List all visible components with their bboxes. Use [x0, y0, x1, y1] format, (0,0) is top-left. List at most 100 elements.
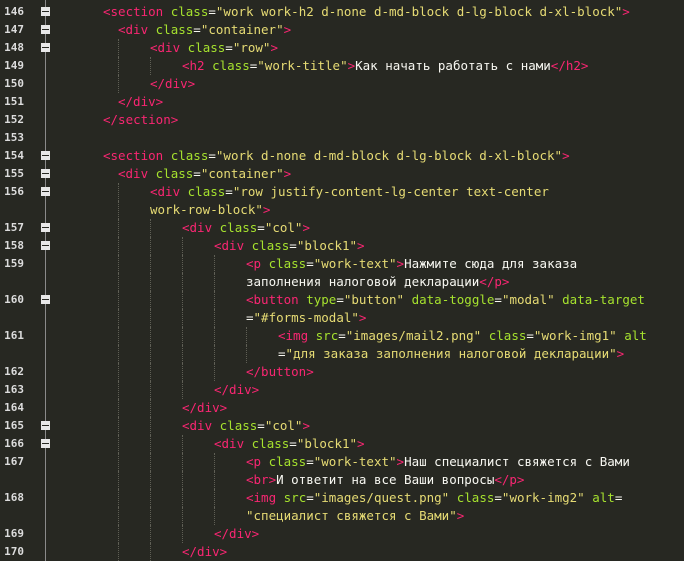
code-token: "button": [343, 292, 405, 307]
code-line[interactable]: work-row-block">: [0, 201, 684, 219]
code-line[interactable]: заполнения налоговой декларации</p>: [0, 273, 684, 291]
code-token: >: [357, 436, 365, 451]
code-text: <button type="button" data-toggle="modal…: [246, 291, 645, 309]
fold-collapse-icon[interactable]: [41, 223, 50, 232]
code-token: >: [396, 454, 405, 469]
line-number: 153: [4, 131, 24, 144]
code-line[interactable]: 168 <img src="images/quest.png" class="wo…: [0, 489, 684, 507]
code-token: >: [302, 418, 310, 433]
code-token: <div: [214, 436, 252, 451]
code-line[interactable]: ="для заказа заполнения налоговой деклар…: [0, 345, 684, 363]
code-text: <section class="work work-h2 d-none d-md…: [103, 3, 630, 21]
fold-collapse-icon[interactable]: [41, 43, 50, 52]
indent-guide: [214, 363, 215, 381]
fold-collapse-icon[interactable]: [41, 169, 50, 178]
code-line[interactable]: 167 <p class="work-text">Наш специалист с…: [0, 453, 684, 471]
code-line[interactable]: 165 <div class="col">: [0, 417, 684, 435]
code-line[interactable]: 153: [0, 129, 684, 147]
code-token: >: [396, 256, 405, 271]
code-token: =: [225, 184, 233, 199]
code-line[interactable]: 164 </div>: [0, 399, 684, 417]
code-token: "work-text": [313, 256, 397, 271]
code-token: >: [616, 346, 625, 361]
code-text: </div>: [214, 381, 259, 399]
code-token: <img: [278, 328, 316, 343]
code-token: work-row-block": [150, 202, 263, 217]
line-number: 148: [4, 41, 24, 54]
indent-guide: [118, 417, 119, 435]
code-text: </div>: [182, 543, 227, 561]
code-token: =: [289, 436, 297, 451]
fold-collapse-icon[interactable]: [41, 151, 50, 160]
code-token: <div: [150, 184, 188, 199]
code-token: </div>: [182, 544, 228, 559]
line-number: 168: [4, 491, 24, 504]
fold-collapse-icon[interactable]: [41, 7, 50, 16]
code-line[interactable]: "специалист свяжется с Вами">: [0, 507, 684, 525]
code-token: =: [306, 490, 314, 505]
fold-collapse-icon[interactable]: [41, 25, 50, 34]
code-line[interactable]: 150 </div>: [0, 75, 684, 93]
indent-guide: [118, 453, 119, 471]
fold-collapse-icon[interactable]: [41, 421, 50, 430]
code-token: </p>: [494, 472, 525, 487]
code-text: ="для заказа заполнения налоговой деклар…: [278, 345, 624, 363]
line-number: 152: [4, 113, 24, 126]
code-line[interactable]: 158 <div class="block1">: [0, 237, 684, 255]
code-line[interactable]: <br>И ответит на все Ваши вопросы</p>: [0, 471, 684, 489]
code-line[interactable]: 166 <div class="block1">: [0, 435, 684, 453]
code-line[interactable]: 152 </section>: [0, 111, 684, 129]
fold-collapse-icon[interactable]: [41, 295, 50, 304]
indent-guide: [118, 471, 119, 489]
code-token: <p: [246, 454, 269, 469]
code-token: =: [614, 490, 623, 505]
code-editor[interactable]: 146 <section class="work work-h2 d-none d…: [0, 0, 684, 561]
indent-guide: [118, 381, 119, 399]
fold-collapse-icon[interactable]: [41, 241, 50, 250]
code-line[interactable]: ="#forms-modal">: [0, 309, 684, 327]
code-line[interactable]: 160 <button type="button" data-toggle="mo…: [0, 291, 684, 309]
code-token: <div: [214, 238, 252, 253]
code-line[interactable]: 157 <div class="col">: [0, 219, 684, 237]
code-text: <img src="images/mail2.png" class="work-…: [278, 327, 647, 345]
code-line[interactable]: 148 <div class="row">: [0, 39, 684, 57]
indent-guide: [150, 309, 151, 327]
indent-guide: [246, 327, 247, 345]
code-token: class: [488, 328, 527, 343]
code-line[interactable]: 161 <img src="images/mail2.png" class="wo…: [0, 327, 684, 345]
code-line[interactable]: 156 <div class="row justify-content-lg-ce…: [0, 183, 684, 201]
indent-guide: [150, 363, 151, 381]
code-token: <img: [246, 490, 284, 505]
code-line[interactable]: 155 <div class="container">: [0, 165, 684, 183]
line-number: 165: [4, 419, 24, 432]
code-text: <div class="col">: [182, 417, 310, 435]
code-token: =: [494, 292, 502, 307]
code-line[interactable]: 163 </div>: [0, 381, 684, 399]
code-token: class: [219, 220, 258, 235]
indent-guide: [118, 399, 119, 417]
code-token: data-toggle: [411, 292, 495, 307]
code-line[interactable]: 146 <section class="work work-h2 d-none d…: [0, 3, 684, 21]
code-line[interactable]: 149 <h2 class="work-title">Как начать раб…: [0, 57, 684, 75]
code-line[interactable]: 154 <section class="work d-none d-md-bloc…: [0, 147, 684, 165]
code-text: <div class="row">: [150, 39, 278, 57]
line-number: 157: [4, 221, 24, 234]
line-number: 163: [4, 383, 24, 396]
code-token: class: [187, 40, 226, 55]
code-line[interactable]: 159 <p class="work-text">Нажмите сюда для…: [0, 255, 684, 273]
code-token: "images/mail2.png": [345, 328, 482, 343]
code-token: </div>: [214, 382, 260, 397]
indent-guide: [182, 435, 183, 453]
indent-guide: [150, 327, 151, 345]
indent-guide: [214, 273, 215, 291]
code-line[interactable]: 147 <div class="container">: [0, 21, 684, 39]
code-line[interactable]: 162 </button>: [0, 363, 684, 381]
code-line[interactable]: 170 </div>: [0, 543, 684, 561]
fold-collapse-icon[interactable]: [41, 439, 50, 448]
fold-collapse-icon[interactable]: [41, 187, 50, 196]
code-line[interactable]: 169 </div>: [0, 525, 684, 543]
code-line[interactable]: 151 </div>: [0, 93, 684, 111]
code-token: "специалист свяжется с Вами": [246, 508, 457, 523]
code-token: Нажмите сюда для заказа: [404, 256, 578, 271]
